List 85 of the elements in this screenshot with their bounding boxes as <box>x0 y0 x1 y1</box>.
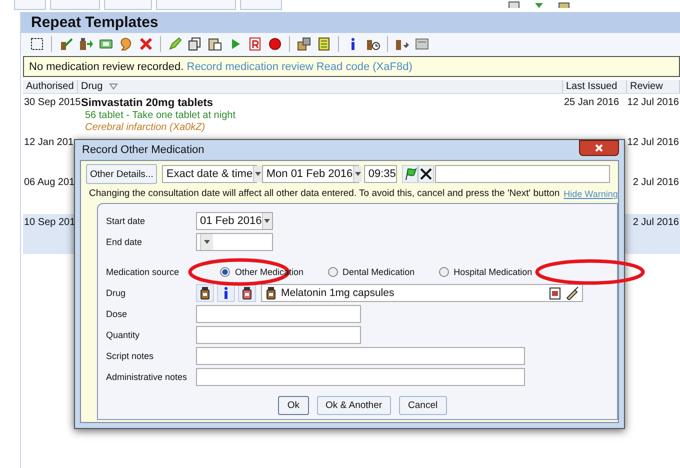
date-dropdown[interactable]: Mon 01 Feb 2016 <box>262 165 360 183</box>
bottle-icon <box>265 286 277 300</box>
info-button[interactable] <box>217 284 235 302</box>
text-field[interactable] <box>196 368 525 386</box>
drug-search-button[interactable] <box>196 284 214 302</box>
syringe-icon[interactable] <box>565 286 579 300</box>
dropdown-arrow-icon[interactable] <box>534 0 544 8</box>
flag-button[interactable] <box>402 165 418 183</box>
spreadsheet-icon <box>317 37 331 51</box>
text-field[interactable] <box>435 165 610 183</box>
drug-value: Melatonin 1mg capsules <box>281 287 396 299</box>
ok-button[interactable]: Ok <box>278 396 309 415</box>
bottle-icon <box>199 286 211 300</box>
paste-icon <box>208 37 222 51</box>
date-cell: 12 Jul 2016 <box>627 97 679 108</box>
drug-name: Simvastatin 20mg tablets <box>81 97 214 109</box>
dropdown-arrow-icon <box>254 170 262 178</box>
column-header[interactable]: Authorised <box>23 80 78 93</box>
date-cell: 12 Jan 201 <box>24 137 74 148</box>
copy-icon <box>188 37 202 51</box>
delete-icon <box>139 37 153 51</box>
text-field[interactable] <box>196 305 361 323</box>
other-details-button[interactable]: Other Details... <box>86 164 158 184</box>
field-label: Start date <box>106 216 146 226</box>
bottle-clock-icon <box>366 37 380 51</box>
pen-icon <box>59 37 73 51</box>
field-label: Script notes <box>106 351 155 361</box>
field-label: Medication source <box>106 267 180 277</box>
select-icon <box>30 37 44 51</box>
date-cell: 10 Sep 201 <box>24 217 76 228</box>
close-icon <box>594 143 604 153</box>
field-label: End date <box>106 237 144 247</box>
date-cell: 2 Jul 2016 <box>632 177 679 188</box>
radio-button[interactable] <box>328 267 338 277</box>
text-field[interactable] <box>196 326 361 344</box>
bottle-arrow-icon <box>79 37 93 51</box>
bottle-arrow-icon <box>395 37 409 51</box>
pencil-icon <box>168 37 182 51</box>
time-field[interactable]: 09:35 <box>364 165 398 183</box>
flag-icon <box>403 167 418 181</box>
field-label: Quantity <box>106 330 141 340</box>
r-document-icon <box>248 37 262 51</box>
drug-detail-button[interactable] <box>238 284 256 302</box>
notice-text: No medication review recorded. <box>29 60 185 72</box>
indication-text: Cerebral infarction (Xa0kZ) <box>84 122 206 133</box>
panel-title: Repeat Templates <box>21 12 680 33</box>
package-icon <box>297 37 311 51</box>
dropdown-arrow-icon <box>263 217 272 225</box>
drug-field[interactable]: Melatonin 1mg capsules <box>261 284 583 302</box>
panel-icon <box>415 37 429 51</box>
column-header[interactable]: Review <box>627 80 680 93</box>
radio-option[interactable]: Hospital Medication <box>438 267 532 277</box>
record-icon <box>268 37 282 51</box>
dialog-title: Record Other Medication <box>81 144 204 156</box>
card-icon <box>99 37 113 51</box>
cancel-button[interactable]: Cancel <box>399 396 447 415</box>
sort-icon <box>108 82 118 91</box>
date-cell: 25 Jan 2016 <box>564 97 620 108</box>
start-date-dropdown[interactable]: 01 Feb 2016 <box>196 212 273 230</box>
close-button[interactable] <box>579 140 619 156</box>
radio-option[interactable]: Dental Medication <box>328 267 415 277</box>
field-label: Administrative notes <box>106 372 188 382</box>
radio-button[interactable] <box>438 267 449 277</box>
column-header[interactable]: Last Issued <box>563 80 627 93</box>
bottle-icon <box>241 286 253 300</box>
table-row[interactable]: 30 Sep 2015Simvastatin 20mg tablets 56 tablet - Take one tablet at night Cerebral infarction (Xa0kZ) 25 Jan 2016 12 Jul 2016 <box>23 94 680 134</box>
dosage-text: 56 tablet - Take one tablet at night <box>84 110 236 121</box>
dropdown-arrow-icon <box>354 170 362 178</box>
date-cell: 30 Sep 2015 <box>24 97 81 108</box>
radio-button[interactable] <box>220 267 230 277</box>
date-cell: 06 Aug 201 <box>24 177 75 188</box>
cross-icon <box>419 167 434 181</box>
text-field[interactable] <box>196 347 525 365</box>
dropdown-arrow-icon <box>203 238 211 246</box>
column-header[interactable]: Drug <box>78 80 563 93</box>
ok-and-another-button[interactable]: Ok & Another <box>316 396 392 415</box>
tray-icon[interactable] <box>558 0 570 8</box>
warning-text: Changing the consultation date will affect all other data entered. To avoid this, cancel and press the 'Next' button <box>89 188 560 199</box>
review-link[interactable]: Record medication review Read code (XaF8d) <box>186 60 412 72</box>
calendar-icon[interactable] <box>508 0 520 8</box>
date-cell: 2 Jul 2016 <box>632 217 679 228</box>
field-label: Dose <box>106 309 128 319</box>
field-label: Drug <box>106 288 127 298</box>
date-cell: 12 Jul 2016 <box>627 137 679 148</box>
clear-button[interactable] <box>418 165 434 183</box>
